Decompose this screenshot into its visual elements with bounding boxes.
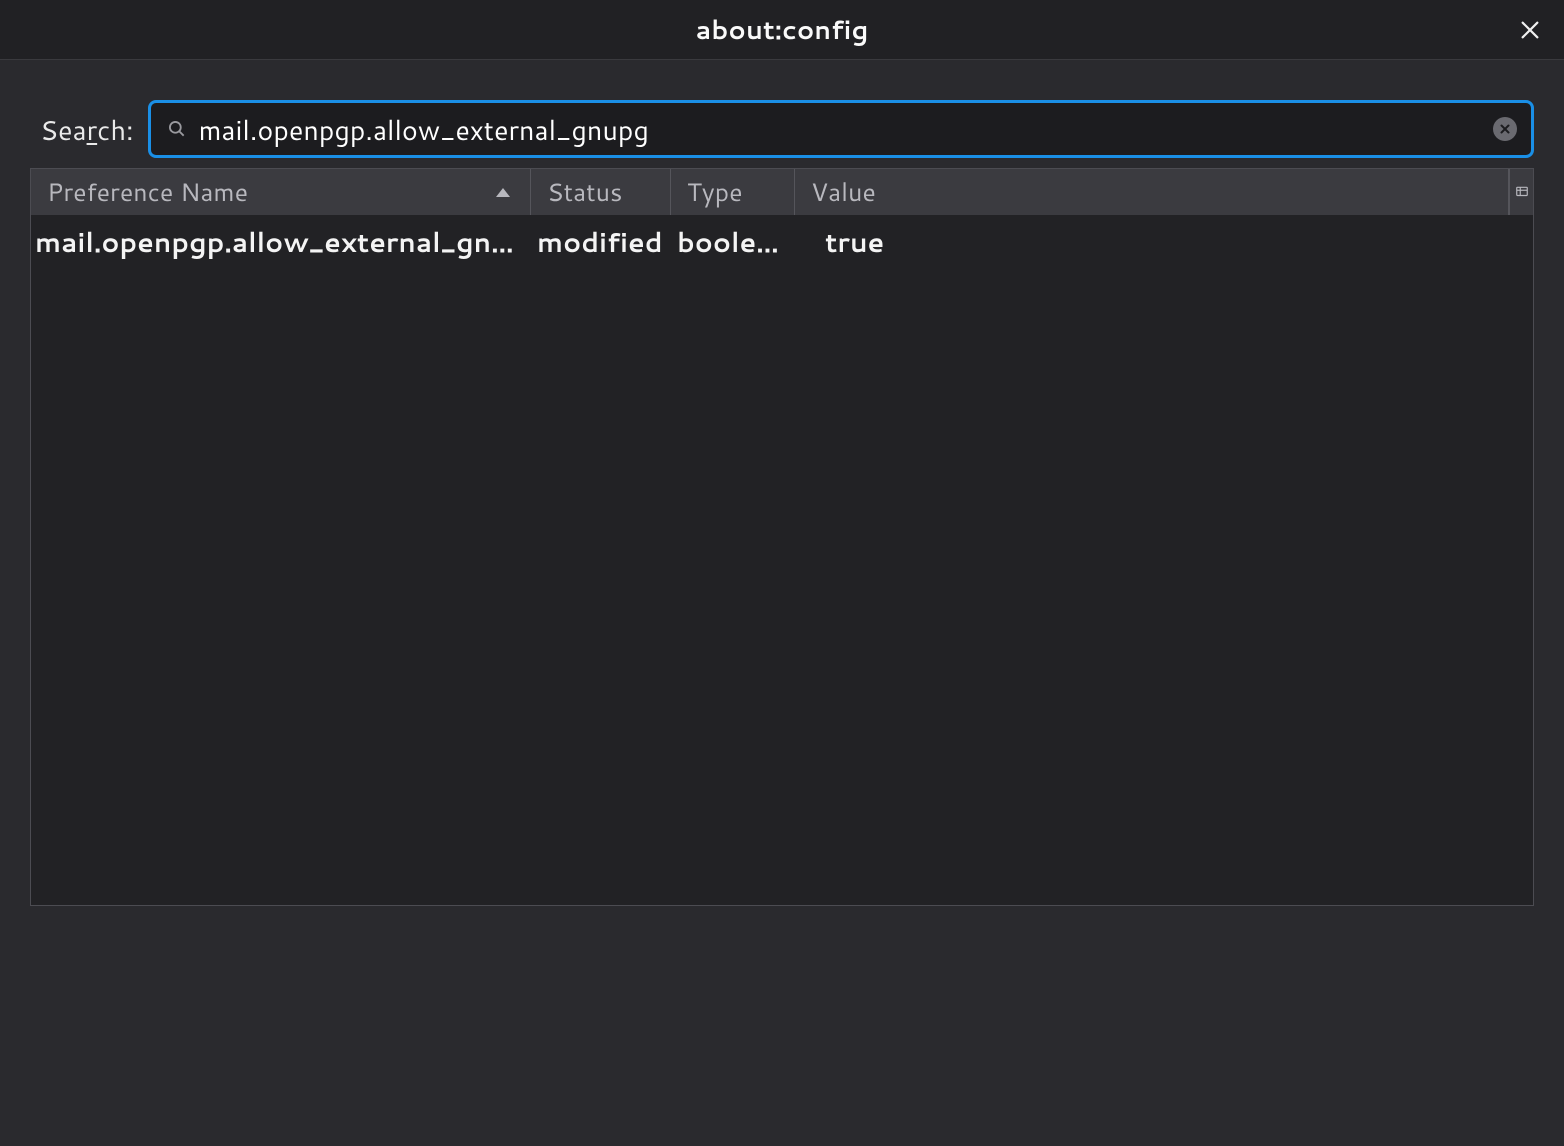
col-header-status-label: Status (547, 175, 622, 210)
col-header-status[interactable]: Status (531, 169, 671, 215)
cell-value: true (795, 222, 1533, 261)
col-header-type-label: Type (687, 175, 743, 210)
column-picker-button[interactable] (1509, 169, 1533, 215)
search-row: Search: (30, 100, 1534, 158)
table-row[interactable]: mail.openpgp.allow_external_gnupg modifi… (31, 215, 1533, 267)
table-body[interactable]: mail.openpgp.allow_external_gnupg modifi… (31, 215, 1533, 905)
col-header-name-label: Preference Name (47, 175, 248, 210)
window-title: about:config (696, 12, 869, 48)
col-header-type[interactable]: Type (671, 169, 795, 215)
cell-pref-name: mail.openpgp.allow_external_gnupg (31, 222, 531, 261)
clear-icon (1499, 123, 1511, 135)
cell-type: boolean (671, 222, 795, 261)
search-label: Search: (30, 110, 134, 149)
column-picker-icon (1515, 185, 1529, 199)
clear-search-button[interactable] (1493, 117, 1517, 141)
close-icon (1519, 19, 1541, 41)
search-input[interactable] (199, 110, 1481, 149)
col-header-name[interactable]: Preference Name (31, 169, 531, 215)
col-header-value[interactable]: Value (795, 169, 1509, 215)
col-header-value-label: Value (811, 175, 876, 210)
search-icon (167, 119, 187, 139)
table-header: Preference Name Status Type Value (31, 169, 1533, 215)
content-area: Search: Preference Name Status Type (0, 60, 1564, 936)
prefs-table: Preference Name Status Type Value (30, 168, 1534, 906)
close-button[interactable] (1514, 14, 1546, 46)
cell-status: modified (531, 222, 671, 261)
titlebar: about:config (0, 0, 1564, 60)
search-field-wrap (148, 100, 1534, 158)
sort-ascending-icon (496, 188, 510, 197)
